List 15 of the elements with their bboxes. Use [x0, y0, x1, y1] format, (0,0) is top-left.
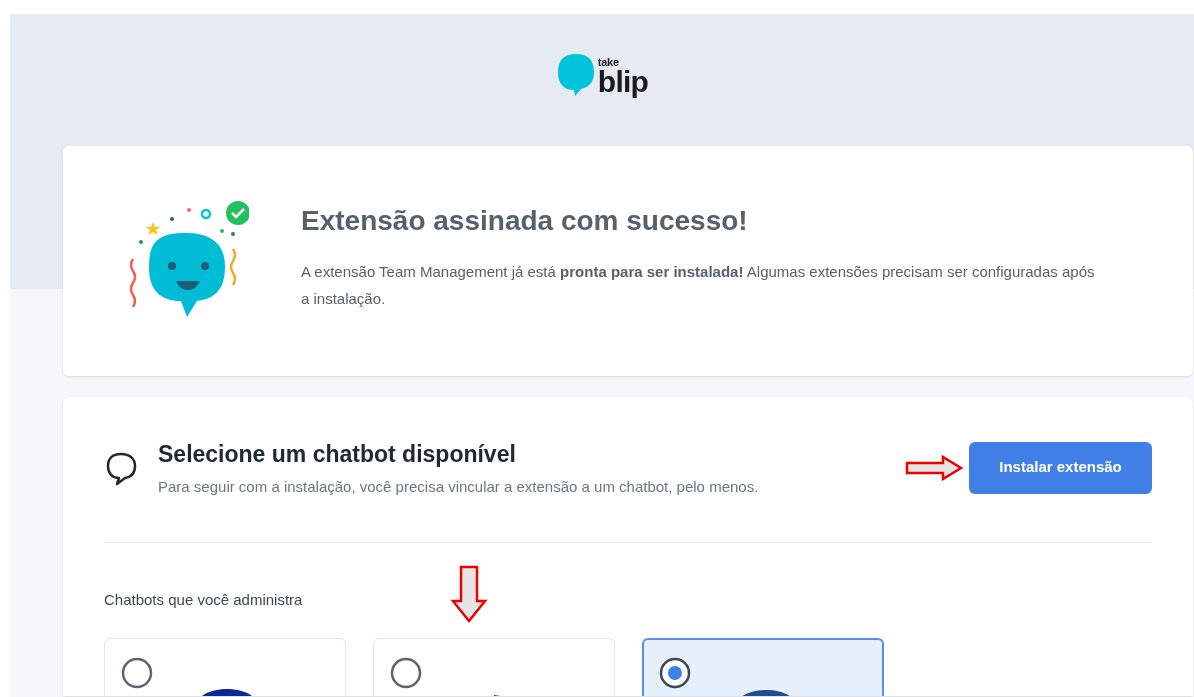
radio-button[interactable] — [659, 657, 691, 689]
success-message: A extensão Team Management já está pronta para ser instalada! Algumas extensões precisam ser configuradas após a instalação. — [301, 262, 1096, 309]
install-subtitle: Para seguir com a instalação, você precisa vincular a extensão a um chatbot, pelo menos. — [158, 476, 759, 497]
install-button[interactable]: Instalar extensão — [969, 441, 1152, 494]
annotation-arrow-drawing — [905, 454, 963, 481]
section-label: Chatbots que você administra — [104, 590, 303, 610]
chatbot-card[interactable] — [642, 638, 884, 696]
install-title: Selecione um chatbot disponível — [158, 440, 517, 469]
radio-button[interactable] — [121, 657, 153, 689]
radio-button[interactable] — [390, 657, 422, 689]
annotation-arrow-drawing — [450, 565, 488, 623]
logo-text: take — [597, 57, 620, 68]
speech-bubble-icon — [555, 52, 596, 98]
success-title: Extensão assinada com sucesso! — [301, 204, 749, 238]
logo-text: blip — [597, 68, 649, 96]
